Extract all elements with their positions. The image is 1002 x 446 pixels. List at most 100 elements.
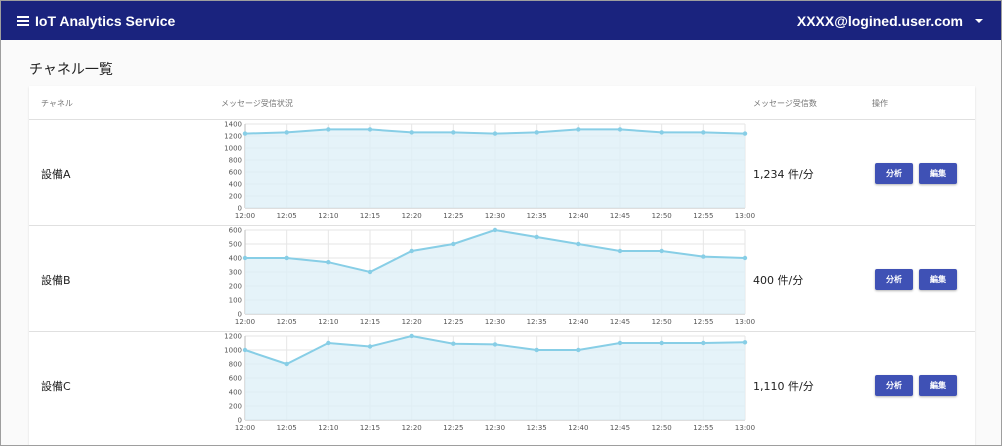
x-tick-label: 12:05 [277, 212, 297, 220]
data-point [284, 255, 289, 261]
y-tick-label: 200 [229, 193, 242, 201]
x-tick-label: 12:15 [360, 212, 380, 220]
data-point [534, 234, 539, 240]
data-point [367, 269, 373, 275]
x-tick-label: 12:40 [568, 212, 588, 220]
data-point [492, 342, 498, 347]
x-tick-label: 12:20 [402, 212, 422, 220]
data-point [534, 347, 539, 353]
data-point [659, 130, 664, 135]
message-rate: 400 件/分 [753, 274, 804, 287]
x-tick-label: 12:55 [693, 424, 713, 432]
x-tick-label: 12:50 [652, 424, 672, 432]
data-point [576, 127, 581, 132]
message-rate: 1,110 件/分 [753, 380, 814, 393]
series-area [245, 129, 745, 208]
x-tick-label: 12:10 [318, 318, 338, 326]
data-point [742, 340, 748, 345]
app-bar: IoT Analytics Service XXXX@logined.user.… [1, 1, 1001, 40]
data-point [242, 255, 248, 261]
y-tick-label: 400 [229, 389, 242, 397]
y-tick-label: 100 [229, 297, 242, 305]
y-tick-label: 200 [229, 403, 242, 411]
y-tick-label: 300 [229, 269, 242, 277]
x-tick-label: 12:00 [235, 212, 255, 220]
x-tick-label: 13:00 [735, 318, 755, 326]
data-point [701, 340, 706, 346]
x-tick-label: 13:00 [735, 212, 755, 220]
analyze-button[interactable]: 分析 [875, 375, 913, 396]
data-point [451, 341, 456, 346]
y-tick-label: 200 [229, 283, 242, 291]
y-tick-label: 600 [229, 169, 242, 177]
x-tick-label: 12:50 [652, 212, 672, 220]
series-area [245, 336, 745, 420]
data-point [367, 127, 373, 132]
x-tick-label: 12:30 [485, 424, 505, 432]
x-tick-label: 12:40 [568, 318, 588, 326]
app-window: IoT Analytics Service XXXX@logined.user.… [0, 0, 1002, 446]
x-tick-label: 12:45 [610, 212, 630, 220]
data-point [451, 130, 456, 135]
x-tick-label: 12:10 [318, 424, 338, 432]
y-tick-label: 1000 [224, 347, 242, 355]
channel-name: 設備B [41, 274, 71, 287]
x-tick-label: 12:25 [443, 424, 463, 432]
x-tick-label: 12:00 [235, 424, 255, 432]
table-header: チャネル メッセージ受信状況 メッセージ受信数 操作 [29, 86, 975, 120]
app-title: IoT Analytics Service [35, 12, 176, 29]
channel-name: 設備C [41, 380, 71, 393]
column-header-count: メッセージ受信数 [753, 99, 817, 108]
analyze-button[interactable]: 分析 [875, 269, 913, 290]
x-tick-label: 12:15 [360, 318, 380, 326]
x-tick-label: 12:45 [610, 318, 630, 326]
x-tick-label: 12:25 [443, 212, 463, 220]
data-point [659, 340, 664, 346]
table-row: 設備A 0 200 400 600 800 1000 1200 1400 12:00 12:05 1… [29, 120, 975, 226]
edit-button[interactable]: 編集 [919, 375, 957, 396]
x-tick-label: 12:55 [693, 212, 713, 220]
data-point [284, 361, 289, 367]
x-tick-label: 12:25 [443, 318, 463, 326]
table-row: 設備C 0 200 400 600 800 1000 1200 12:00 12:05 12:10… [29, 332, 975, 445]
edit-button[interactable]: 編集 [919, 269, 957, 290]
table-row: 設備B 0 100 200 300 400 500 600 12:00 12:05 12:10 12… [29, 226, 975, 332]
data-point [617, 248, 623, 254]
column-header-channel: チャネル [41, 99, 73, 108]
data-point [409, 248, 414, 254]
data-point [326, 260, 331, 265]
data-point [576, 347, 581, 353]
series-area [245, 230, 745, 314]
y-tick-label: 600 [229, 227, 242, 235]
x-tick-label: 12:20 [402, 424, 422, 432]
x-tick-label: 12:45 [610, 424, 630, 432]
data-point [742, 131, 748, 136]
y-tick-label: 500 [229, 241, 242, 249]
data-point [326, 127, 331, 132]
x-tick-label: 12:15 [360, 424, 380, 432]
column-header-actions: 操作 [872, 99, 888, 108]
x-tick-label: 12:35 [527, 318, 547, 326]
data-point [617, 127, 623, 132]
x-tick-label: 12:35 [527, 212, 547, 220]
x-tick-label: 13:00 [735, 424, 755, 432]
message-chart: 020040060080010001200140012:00 12:05 12:10… [224, 121, 755, 221]
data-point [617, 340, 623, 346]
data-point [701, 130, 706, 135]
y-tick-label: 800 [229, 361, 242, 369]
y-tick-label: 600 [229, 375, 242, 383]
x-tick-label: 12:05 [277, 318, 297, 326]
user-account-menu[interactable]: XXXX@logined.user.com [797, 1, 983, 40]
menu-icon[interactable] [17, 14, 33, 28]
message-chart: 010020030040050060012:00 12:05 12:10 12:15 1… [229, 227, 755, 327]
data-point [492, 131, 498, 136]
x-tick-label: 12:55 [693, 318, 713, 326]
data-point [242, 131, 248, 136]
x-tick-label: 12:00 [235, 318, 255, 326]
edit-button[interactable]: 編集 [919, 163, 957, 184]
user-email: XXXX@logined.user.com [796, 12, 963, 29]
data-point [367, 344, 373, 349]
page-title: チャネル一覧 [29, 62, 113, 78]
x-tick-label: 12:20 [402, 318, 422, 326]
analyze-button[interactable]: 分析 [875, 163, 913, 184]
